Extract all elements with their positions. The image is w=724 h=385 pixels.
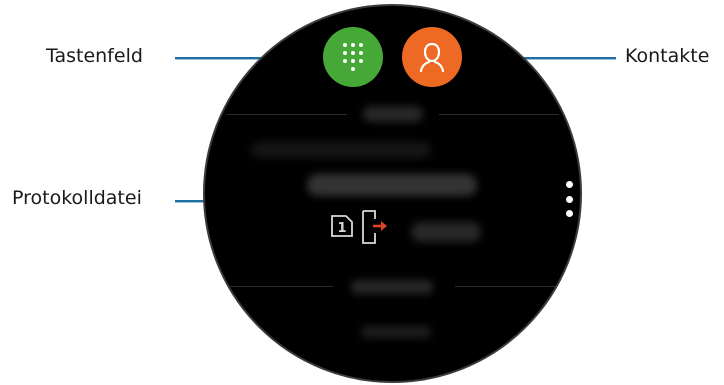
contact-person-icon <box>419 42 445 73</box>
blurred-content <box>411 222 481 242</box>
more-options-icon <box>565 181 573 188</box>
list-divider <box>439 114 559 115</box>
sim-number: 1 <box>337 221 346 236</box>
keypad-button[interactable] <box>323 27 383 87</box>
illustration: Tastenfeld Kontakte Protokolldatei 1 <box>0 0 724 385</box>
list-divider <box>227 114 347 115</box>
list-divider <box>229 286 333 287</box>
blurred-content <box>351 280 433 294</box>
dialpad-icon <box>343 43 363 71</box>
contacts-button[interactable] <box>402 27 462 87</box>
log-callout-label: Protokolldatei <box>12 187 142 209</box>
call-log-entry[interactable]: 1 <box>331 210 391 244</box>
watch-screen: 1 <box>203 4 582 383</box>
keypad-callout-label: Tastenfeld <box>46 45 143 67</box>
blurred-content <box>361 326 431 338</box>
blurred-content <box>307 174 477 196</box>
list-divider <box>455 286 559 287</box>
sim-1-icon: 1 <box>331 215 353 237</box>
blurred-content <box>251 142 431 158</box>
more-options-button[interactable] <box>565 181 573 217</box>
more-options-icon <box>565 195 573 203</box>
contacts-callout-label: Kontakte <box>625 45 710 67</box>
more-options-icon <box>565 210 573 217</box>
blurred-content <box>363 106 423 122</box>
outgoing-call-icon <box>362 210 387 244</box>
